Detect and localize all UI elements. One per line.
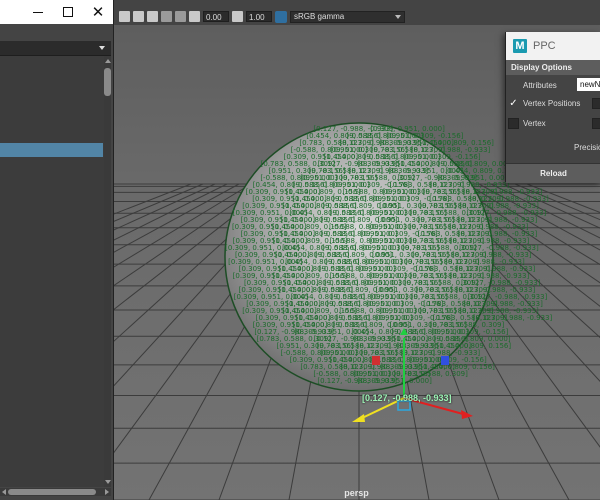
- vertex-label: Vertex: [523, 119, 546, 128]
- x-axis-tip-icon: [461, 410, 473, 419]
- image-plane-icon[interactable]: [161, 11, 172, 22]
- close-icon: ✕: [91, 3, 105, 21]
- grid-line: [113, 183, 204, 223]
- horizontal-scrollbar[interactable]: [0, 488, 111, 496]
- scroll-up-icon[interactable]: [105, 59, 111, 63]
- color-management-icon[interactable]: [275, 10, 287, 23]
- vertex-checkbox[interactable]: [508, 118, 519, 129]
- ppc-panel: M PPC Display Options Attributes newN ✓ …: [505, 32, 600, 183]
- window-titlebar: ✕: [0, 0, 113, 24]
- exposure-field[interactable]: 0.00: [203, 11, 229, 22]
- outliner-dropdown[interactable]: [0, 41, 111, 56]
- camera-attributes-icon[interactable]: [133, 11, 144, 22]
- scroll-thumb[interactable]: [104, 68, 111, 96]
- rotate-handle-red-icon: [372, 356, 380, 365]
- precision-row: Precision: [506, 139, 600, 157]
- maximize-button[interactable]: [53, 0, 83, 24]
- ppc-title: PPC: [533, 40, 556, 52]
- vertex-positions-label: Vertex Positions: [523, 99, 581, 108]
- precision-label: Precision: [574, 143, 600, 152]
- grid-line: [113, 183, 216, 231]
- minimize-button[interactable]: [23, 0, 53, 24]
- scroll-left-icon[interactable]: [2, 489, 6, 495]
- attributes-label: Attributes: [523, 81, 557, 90]
- scroll-right-icon[interactable]: [105, 489, 109, 495]
- outliner-window: ✕: [0, 0, 114, 500]
- reload-button[interactable]: Reload: [506, 163, 600, 183]
- ppc-titlebar: M PPC: [506, 32, 600, 60]
- vertex-extra-checkbox[interactable]: [592, 118, 600, 129]
- grid-icon[interactable]: [175, 11, 186, 22]
- gamma-icon[interactable]: [232, 11, 243, 22]
- grid-line: [113, 183, 228, 242]
- selected-vertex-coordinate: [0.127, -0.988, -0.933]: [362, 393, 452, 403]
- gamma-field[interactable]: 1.00: [246, 11, 272, 22]
- attributes-field[interactable]: newN: [577, 78, 600, 91]
- selected-list-item[interactable]: [0, 143, 103, 157]
- outliner-list[interactable]: [0, 56, 104, 487]
- chevron-down-icon: [99, 46, 105, 50]
- viewport-toolbar: 0.00 1.00 sRGB gamma: [113, 8, 600, 25]
- close-button[interactable]: ✕: [83, 0, 113, 24]
- vertex-positions-extra-checkbox[interactable]: [592, 98, 600, 109]
- display-options-section: Display Options: [506, 60, 600, 75]
- vertex-positions-row: ✓ Vertex Positions: [506, 95, 600, 113]
- exposure-icon[interactable]: [189, 11, 200, 22]
- view-transform-value: sRGB gamma: [294, 12, 345, 21]
- viewport-menu-strip: [113, 0, 600, 8]
- vertex-positions-checkbox[interactable]: ✓: [508, 98, 519, 109]
- minimize-icon: [33, 11, 43, 13]
- view-transform-dropdown[interactable]: sRGB gamma: [290, 10, 405, 23]
- maya-logo-icon: M: [513, 39, 527, 53]
- camera-label: persp: [344, 488, 369, 498]
- attributes-row: Attributes newN: [506, 76, 600, 94]
- bookmarks-icon[interactable]: [147, 11, 158, 22]
- camera-select-icon[interactable]: [119, 11, 130, 22]
- chevron-down-icon: [395, 14, 401, 19]
- vertex-row: Vertex: [506, 115, 600, 133]
- maximize-icon: [63, 7, 73, 17]
- vertex-position-label: [0.309, 0.951, 0.000]: [357, 377, 432, 385]
- vertical-scrollbar[interactable]: [104, 56, 111, 487]
- scroll-down-icon[interactable]: [105, 480, 111, 484]
- rotate-handle-blue-icon: [441, 356, 449, 365]
- horizontal-scroll-thumb[interactable]: [8, 489, 96, 495]
